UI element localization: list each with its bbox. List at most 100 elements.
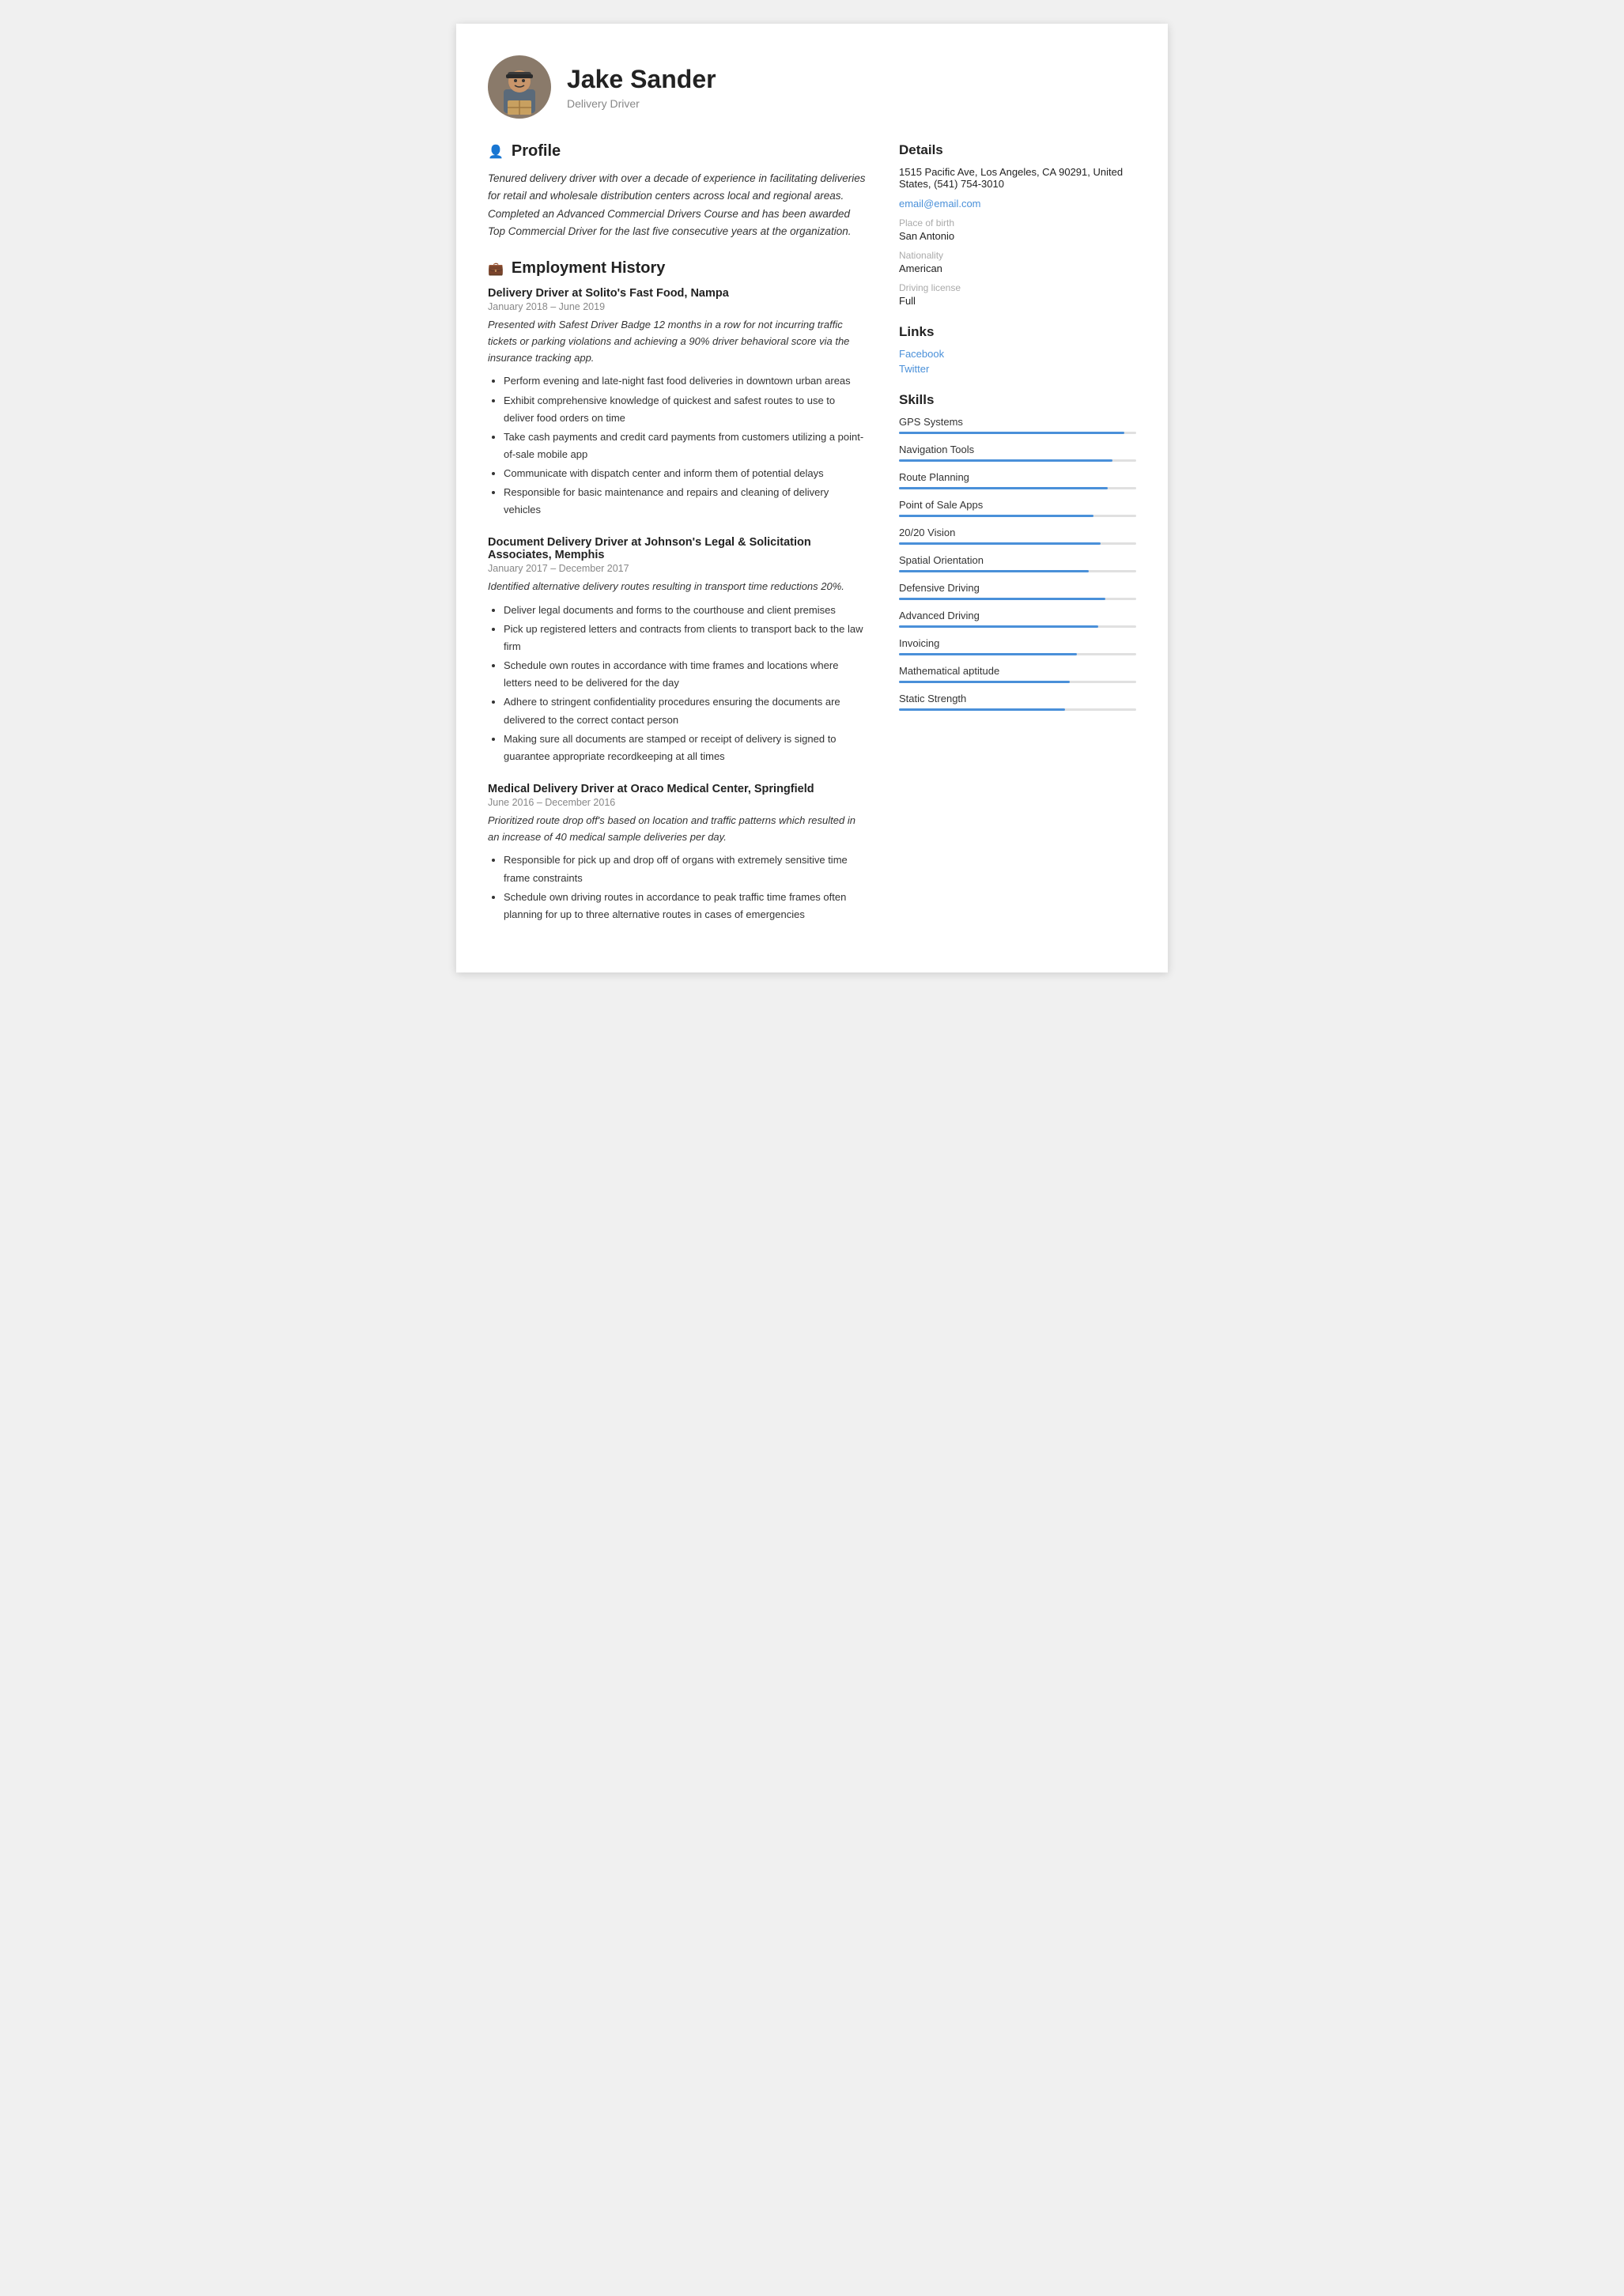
skill-advanced-name: Advanced Driving — [899, 610, 1136, 621]
skill-gps-bar-bg — [899, 432, 1136, 434]
skill-route-name: Route Planning — [899, 471, 1136, 483]
skill-math-name: Mathematical aptitude — [899, 665, 1136, 677]
skill-spatial-bar-fill — [899, 570, 1089, 572]
skill-defensive-bar-fill — [899, 598, 1105, 600]
employment-section-title: 💼 Employment History — [488, 259, 867, 278]
skill-invoicing-bar-fill — [899, 653, 1077, 655]
links-section-title: Links — [899, 324, 1136, 340]
address-row: 1515 Pacific Ave, Los Angeles, CA 90291,… — [899, 166, 1136, 190]
birth-row: Place of birth San Antonio — [899, 217, 1136, 242]
job-1-title: Delivery Driver at Solito's Fast Food, N… — [488, 287, 867, 300]
skill-strength: Static Strength — [899, 693, 1136, 711]
facebook-link[interactable]: Facebook — [899, 348, 1136, 360]
list-item: Schedule own driving routes in accordanc… — [504, 889, 867, 923]
job-3-title: Medical Delivery Driver at Oraco Medical… — [488, 783, 867, 795]
list-item: Pick up registered letters and contracts… — [504, 621, 867, 655]
job-3: Medical Delivery Driver at Oraco Medical… — [488, 783, 867, 923]
skill-pos: Point of Sale Apps — [899, 499, 1136, 517]
skill-gps-bar-fill — [899, 432, 1124, 434]
nationality-row: Nationality American — [899, 250, 1136, 274]
nationality-label: Nationality — [899, 250, 1136, 261]
skill-advanced-bar-fill — [899, 625, 1098, 628]
skill-invoicing-name: Invoicing — [899, 637, 1136, 649]
birth-label: Place of birth — [899, 217, 1136, 228]
main-content: 👤 Profile Tenured delivery driver with o… — [488, 142, 1136, 941]
skill-spatial-bar-bg — [899, 570, 1136, 572]
list-item: Communicate with dispatch center and inf… — [504, 465, 867, 482]
skill-pos-bar-fill — [899, 515, 1093, 517]
license-label: Driving license — [899, 282, 1136, 293]
skill-spatial: Spatial Orientation — [899, 554, 1136, 572]
list-item: Perform evening and late-night fast food… — [504, 372, 867, 390]
nationality-value: American — [899, 262, 1136, 274]
twitter-link[interactable]: Twitter — [899, 363, 1136, 375]
birth-value: San Antonio — [899, 230, 1136, 242]
avatar — [488, 55, 551, 119]
skill-route: Route Planning — [899, 471, 1136, 489]
skill-nav-bar-fill — [899, 459, 1112, 462]
list-item: Take cash payments and credit card payme… — [504, 429, 867, 463]
profile-icon: 👤 — [488, 144, 504, 160]
left-column: 👤 Profile Tenured delivery driver with o… — [488, 142, 867, 941]
address-value: 1515 Pacific Ave, Los Angeles, CA 90291,… — [899, 166, 1136, 190]
job-2: Document Delivery Driver at Johnson's Le… — [488, 536, 867, 765]
license-row: Driving license Full — [899, 282, 1136, 307]
list-item: Responsible for basic maintenance and re… — [504, 484, 867, 519]
skill-gps-name: GPS Systems — [899, 416, 1136, 428]
skill-invoicing-bar-bg — [899, 653, 1136, 655]
job-1-summary: Presented with Safest Driver Badge 12 mo… — [488, 317, 867, 366]
email-link[interactable]: email@email.com — [899, 198, 1136, 210]
job-2-dates: January 2017 – December 2017 — [488, 563, 867, 574]
profile-section-title: 👤 Profile — [488, 142, 867, 160]
list-item: Adhere to stringent confidentiality proc… — [504, 693, 867, 728]
skill-math-bar-bg — [899, 681, 1136, 683]
skill-gps: GPS Systems — [899, 416, 1136, 434]
email-row: email@email.com — [899, 198, 1136, 210]
skill-pos-bar-bg — [899, 515, 1136, 517]
skill-defensive-bar-bg — [899, 598, 1136, 600]
job-2-bullets: Deliver legal documents and forms to the… — [488, 602, 867, 765]
job-2-title: Document Delivery Driver at Johnson's Le… — [488, 536, 867, 561]
list-item: Exhibit comprehensive knowledge of quick… — [504, 392, 867, 427]
skill-advanced: Advanced Driving — [899, 610, 1136, 628]
job-1-bullets: Perform evening and late-night fast food… — [488, 372, 867, 519]
job-3-dates: June 2016 – December 2016 — [488, 797, 867, 808]
job-2-summary: Identified alternative delivery routes r… — [488, 579, 867, 595]
resume-header: Jake Sander Delivery Driver — [488, 55, 1136, 119]
job-1: Delivery Driver at Solito's Fast Food, N… — [488, 287, 867, 519]
employment-icon: 💼 — [488, 261, 504, 277]
resume-container: Jake Sander Delivery Driver 👤 Profile Te… — [456, 24, 1168, 972]
license-value: Full — [899, 295, 1136, 307]
skill-strength-bar-bg — [899, 708, 1136, 711]
skill-math-bar-fill — [899, 681, 1070, 683]
right-column: Details 1515 Pacific Ave, Los Angeles, C… — [899, 142, 1136, 941]
skill-vision-bar-fill — [899, 542, 1101, 545]
candidate-name: Jake Sander — [567, 65, 716, 94]
list-item: Deliver legal documents and forms to the… — [504, 602, 867, 619]
skill-advanced-bar-bg — [899, 625, 1136, 628]
skill-nav: Navigation Tools — [899, 444, 1136, 462]
skill-route-bar-bg — [899, 487, 1136, 489]
job-3-bullets: Responsible for pick up and drop off of … — [488, 852, 867, 923]
skill-pos-name: Point of Sale Apps — [899, 499, 1136, 511]
skill-nav-name: Navigation Tools — [899, 444, 1136, 455]
list-item: Responsible for pick up and drop off of … — [504, 852, 867, 886]
skill-defensive-name: Defensive Driving — [899, 582, 1136, 594]
header-text: Jake Sander Delivery Driver — [567, 65, 716, 110]
skill-math: Mathematical aptitude — [899, 665, 1136, 683]
skill-defensive: Defensive Driving — [899, 582, 1136, 600]
skill-nav-bar-bg — [899, 459, 1136, 462]
job-3-summary: Prioritized route drop off's based on lo… — [488, 813, 867, 846]
skill-strength-bar-fill — [899, 708, 1065, 711]
list-item: Schedule own routes in accordance with t… — [504, 657, 867, 692]
skills-section-title: Skills — [899, 392, 1136, 408]
list-item: Making sure all documents are stamped or… — [504, 731, 867, 765]
profile-text: Tenured delivery driver with over a deca… — [488, 170, 867, 240]
skill-strength-name: Static Strength — [899, 693, 1136, 704]
skill-vision-bar-bg — [899, 542, 1136, 545]
skill-vision: 20/20 Vision — [899, 527, 1136, 545]
details-section-title: Details — [899, 142, 1136, 158]
skill-spatial-name: Spatial Orientation — [899, 554, 1136, 566]
skill-vision-name: 20/20 Vision — [899, 527, 1136, 538]
candidate-subtitle: Delivery Driver — [567, 97, 716, 110]
